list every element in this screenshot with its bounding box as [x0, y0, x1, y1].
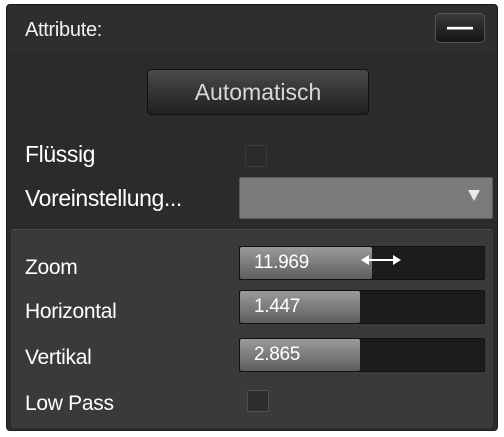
- fluessig-label: Flüssig: [25, 141, 96, 167]
- zoom-value: 11.969: [254, 252, 309, 273]
- horizontal-value: 1.447: [254, 296, 301, 317]
- attributes-panel: Attribute: — Automatisch Flüssig Voreins…: [6, 4, 498, 431]
- dropdown-arrow-icon: [468, 190, 480, 201]
- zoom-label: Zoom: [25, 256, 78, 279]
- collapse-button[interactable]: —: [435, 13, 485, 43]
- horizontal-label: Horizontal: [25, 300, 117, 323]
- vertikal-slider[interactable]: 2.865: [239, 338, 485, 372]
- panel-title: Attribute:: [25, 19, 103, 41]
- fluessig-checkbox[interactable]: [245, 145, 267, 167]
- horizontal-slider[interactable]: 1.447: [239, 290, 485, 324]
- vertikal-value: 2.865: [254, 344, 301, 365]
- vertikal-label: Vertikal: [25, 346, 92, 369]
- low-pass-label: Low Pass: [25, 392, 114, 415]
- horizontal-resize-cursor-icon: [361, 255, 401, 265]
- low-pass-checkbox[interactable]: [247, 390, 269, 412]
- automatisch-button[interactable]: Automatisch: [147, 69, 369, 115]
- voreinstellung-label: Voreinstellung...: [25, 185, 182, 211]
- panel-header: Attribute: —: [7, 5, 497, 51]
- voreinstellung-dropdown[interactable]: [239, 177, 493, 219]
- minus-icon: —: [447, 11, 473, 41]
- transform-subpanel: Zoom 11.969 Horizontal 1.447 Vertikal 2.…: [11, 229, 493, 428]
